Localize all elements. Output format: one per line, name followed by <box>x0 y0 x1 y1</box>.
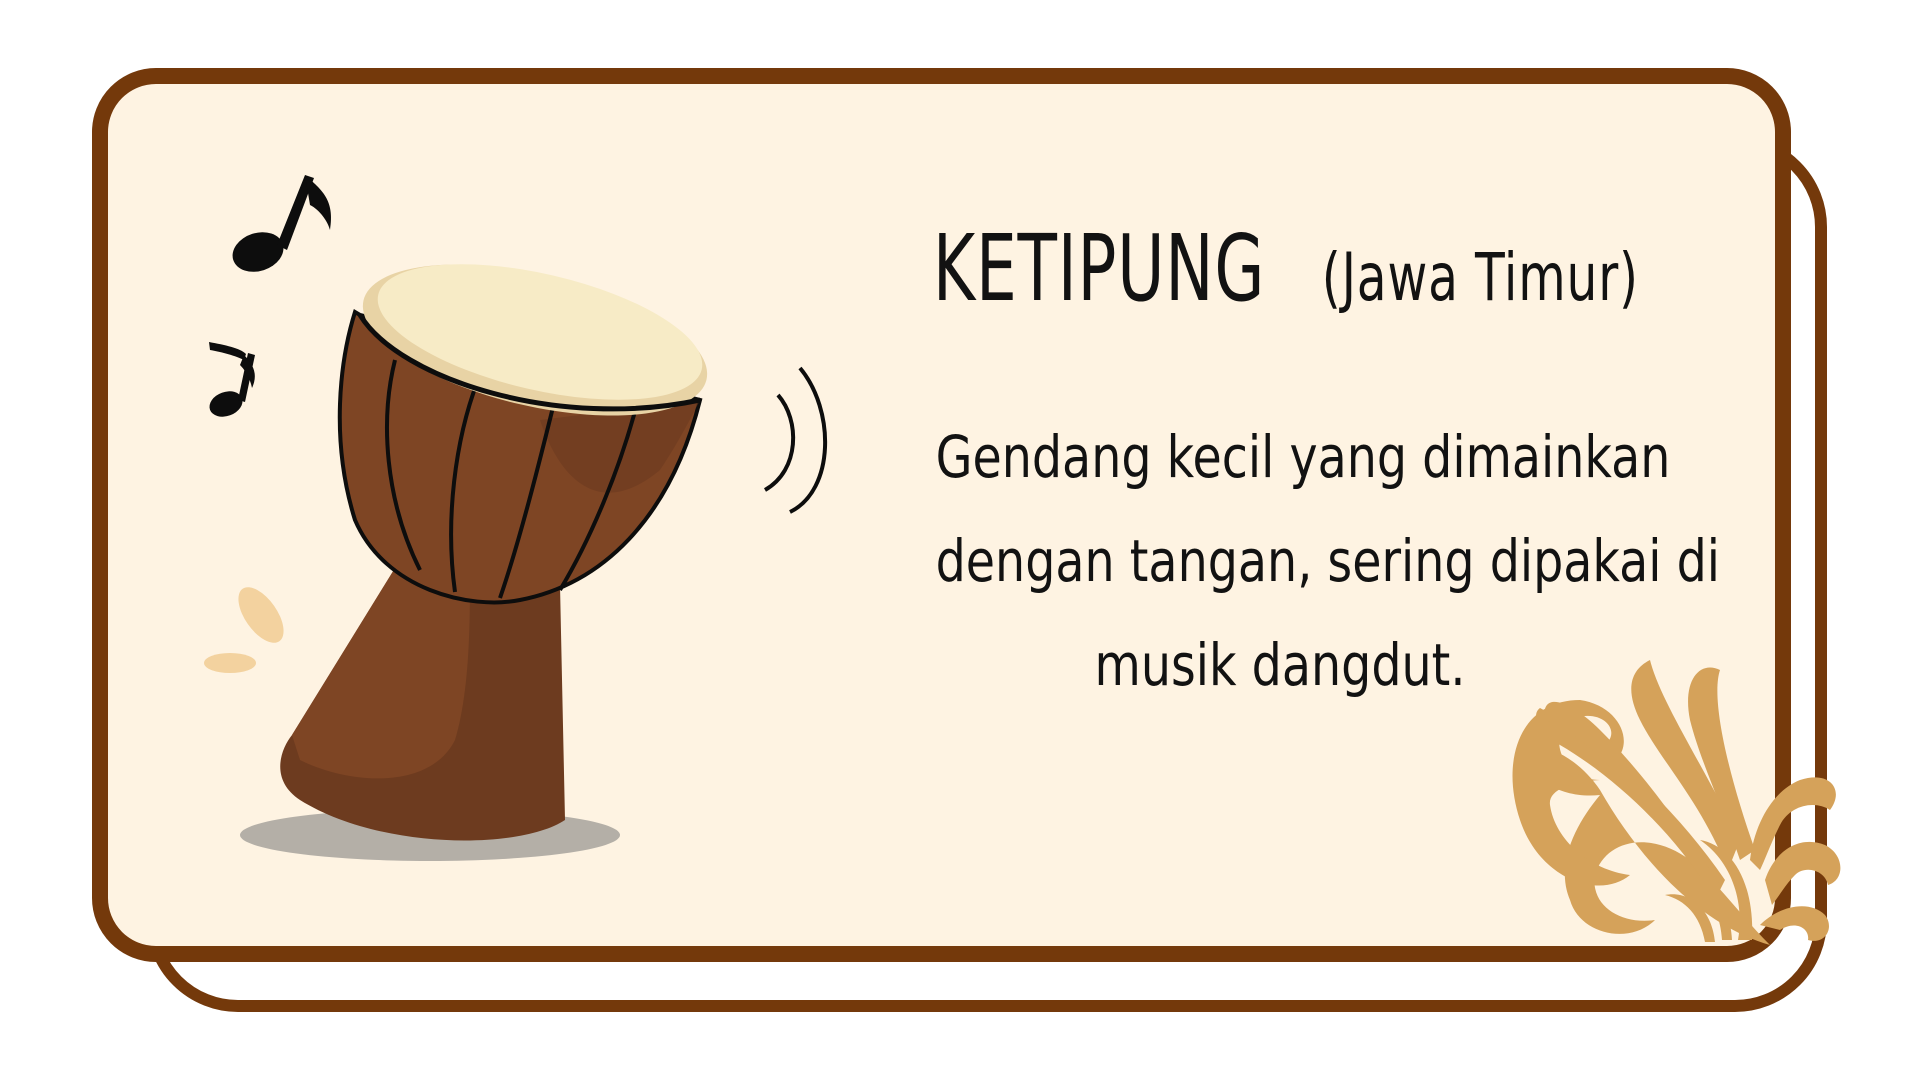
drum-illustration <box>280 264 708 841</box>
ketipung-card-page: KETIPUNG (Jawa Timur) Gendang kecil yang… <box>0 0 1920 1080</box>
instrument-region: (Jawa Timur) <box>1322 239 1640 316</box>
description-line-3: musik dangdut. <box>1094 631 1466 699</box>
card-title: KETIPUNG (Jawa Timur) <box>880 215 1680 322</box>
description-line-1: Gendang kecil yang dimainkan <box>935 423 1671 491</box>
description-line-2: dengan tangan, sering dipakai di <box>935 527 1721 595</box>
sparkle-dashes <box>204 587 284 673</box>
instrument-description: Gendang kecil yang dimainkan dengan tang… <box>860 405 1721 717</box>
music-notes-icon <box>209 175 332 417</box>
sound-waves-icon <box>763 366 827 514</box>
instrument-name: KETIPUNG <box>932 215 1266 322</box>
